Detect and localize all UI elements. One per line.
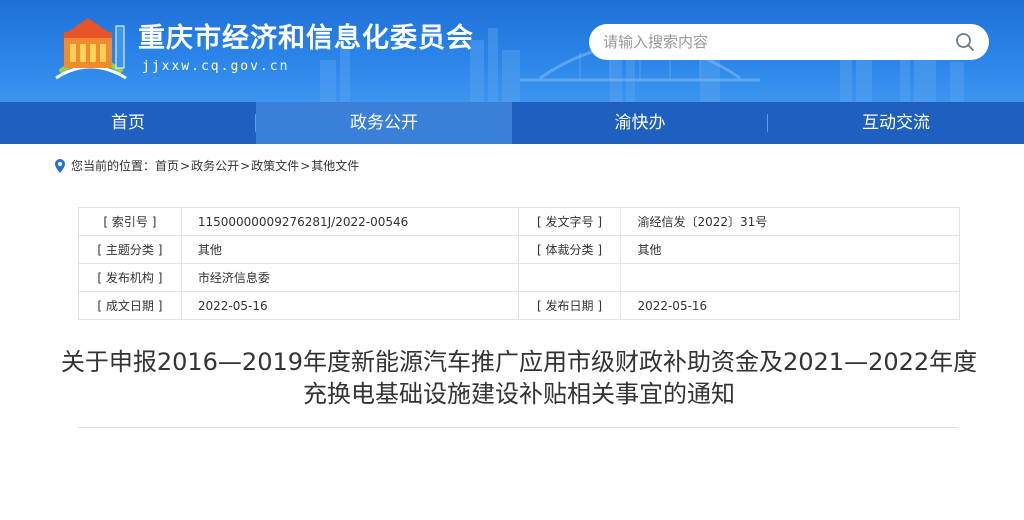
document-number-label: [ 发文字号 ] [517,207,622,236]
article-title-line: 关于申报2016—2019年度新能源汽车推广应用市级财政补助资金及2021—20… [60,348,978,376]
index-number-label: [ 索引号 ] [78,207,182,236]
title-divider [78,427,958,428]
nav-item-home[interactable]: 首页 [0,102,256,144]
site-title[interactable]: 重庆市经济和信息化委员会 [138,16,474,55]
main-nav: 首页 政务公开 渝快办 互动交流 [0,102,1024,144]
nav-item-government-affairs[interactable]: 政务公开 [256,102,512,144]
empty-cell [620,263,960,292]
breadcrumb-prefix: 您当前的位置： [71,159,156,173]
genre-category-value: 其他 [620,235,960,264]
search-input[interactable] [603,24,933,60]
nav-item-label: 互动交流 [862,113,930,133]
breadcrumb-item-other-documents[interactable]: 其他文件 [311,157,359,174]
genre-category-label: [ 体裁分类 ] [517,235,622,264]
table-row: [ 发布机构 ] 市经济信息委 [78,263,960,292]
breadcrumb-separator: > [240,158,251,173]
breadcrumb-separator: > [180,158,191,173]
publish-date-value: 2022-05-16 [620,291,960,320]
written-date-value: 2022-05-16 [180,291,519,320]
document-meta-table: [ 索引号 ] 11500000009276281J/2022-00546 [ … [78,207,960,320]
nav-item-label: 渝快办 [614,113,666,133]
government-logo-icon [55,18,127,80]
article-title: 关于申报2016—2019年度新能源汽车推广应用市级财政补助资金及2021—20… [60,346,978,410]
topic-category-value: 其他 [180,235,519,264]
topic-category-label: [ 主题分类 ] [78,235,182,264]
nav-item-yukuaiban[interactable]: 渝快办 [512,102,768,144]
nav-item-interaction[interactable]: 互动交流 [768,102,1024,144]
breadcrumb-item-policy-documents[interactable]: 政策文件 [251,157,299,174]
issuing-agency-value: 市经济信息委 [180,263,519,292]
table-row: [ 主题分类 ] 其他 [ 体裁分类 ] 其他 [78,235,960,264]
empty-cell [517,263,622,292]
document-number-value: 渝经信发〔2022〕31号 [620,207,960,236]
written-date-label: [ 成文日期 ] [78,291,182,320]
search-box [589,24,989,60]
breadcrumb: 您当前的位置： 首页 > 政务公开 > 政策文件 > 其他文件 [55,157,359,174]
table-row: [ 成文日期 ] 2022-05-16 [ 发布日期 ] 2022-05-16 [78,291,960,320]
index-number-value: 11500000009276281J/2022-00546 [180,207,519,236]
site-header: 重庆市经济和信息化委员会 jjxxw.cq.gov.cn [0,0,1024,102]
breadcrumb-separator: > [300,158,311,173]
table-row: [ 索引号 ] 11500000009276281J/2022-00546 [ … [78,207,960,236]
search-icon[interactable] [955,32,975,52]
breadcrumb-item-government-affairs[interactable]: 政务公开 [191,157,239,174]
location-pin-icon [55,158,65,173]
nav-item-label: 政务公开 [350,113,418,133]
issuing-agency-label: [ 发布机构 ] [78,263,182,292]
article-title-line: 充换电基础设施建设补贴相关事宜的通知 [303,380,735,408]
breadcrumb-item-home[interactable]: 首页 [155,157,179,174]
nav-item-label: 首页 [111,113,145,133]
publish-date-label: [ 发布日期 ] [517,291,622,320]
site-domain: jjxxw.cq.gov.cn [142,59,290,74]
